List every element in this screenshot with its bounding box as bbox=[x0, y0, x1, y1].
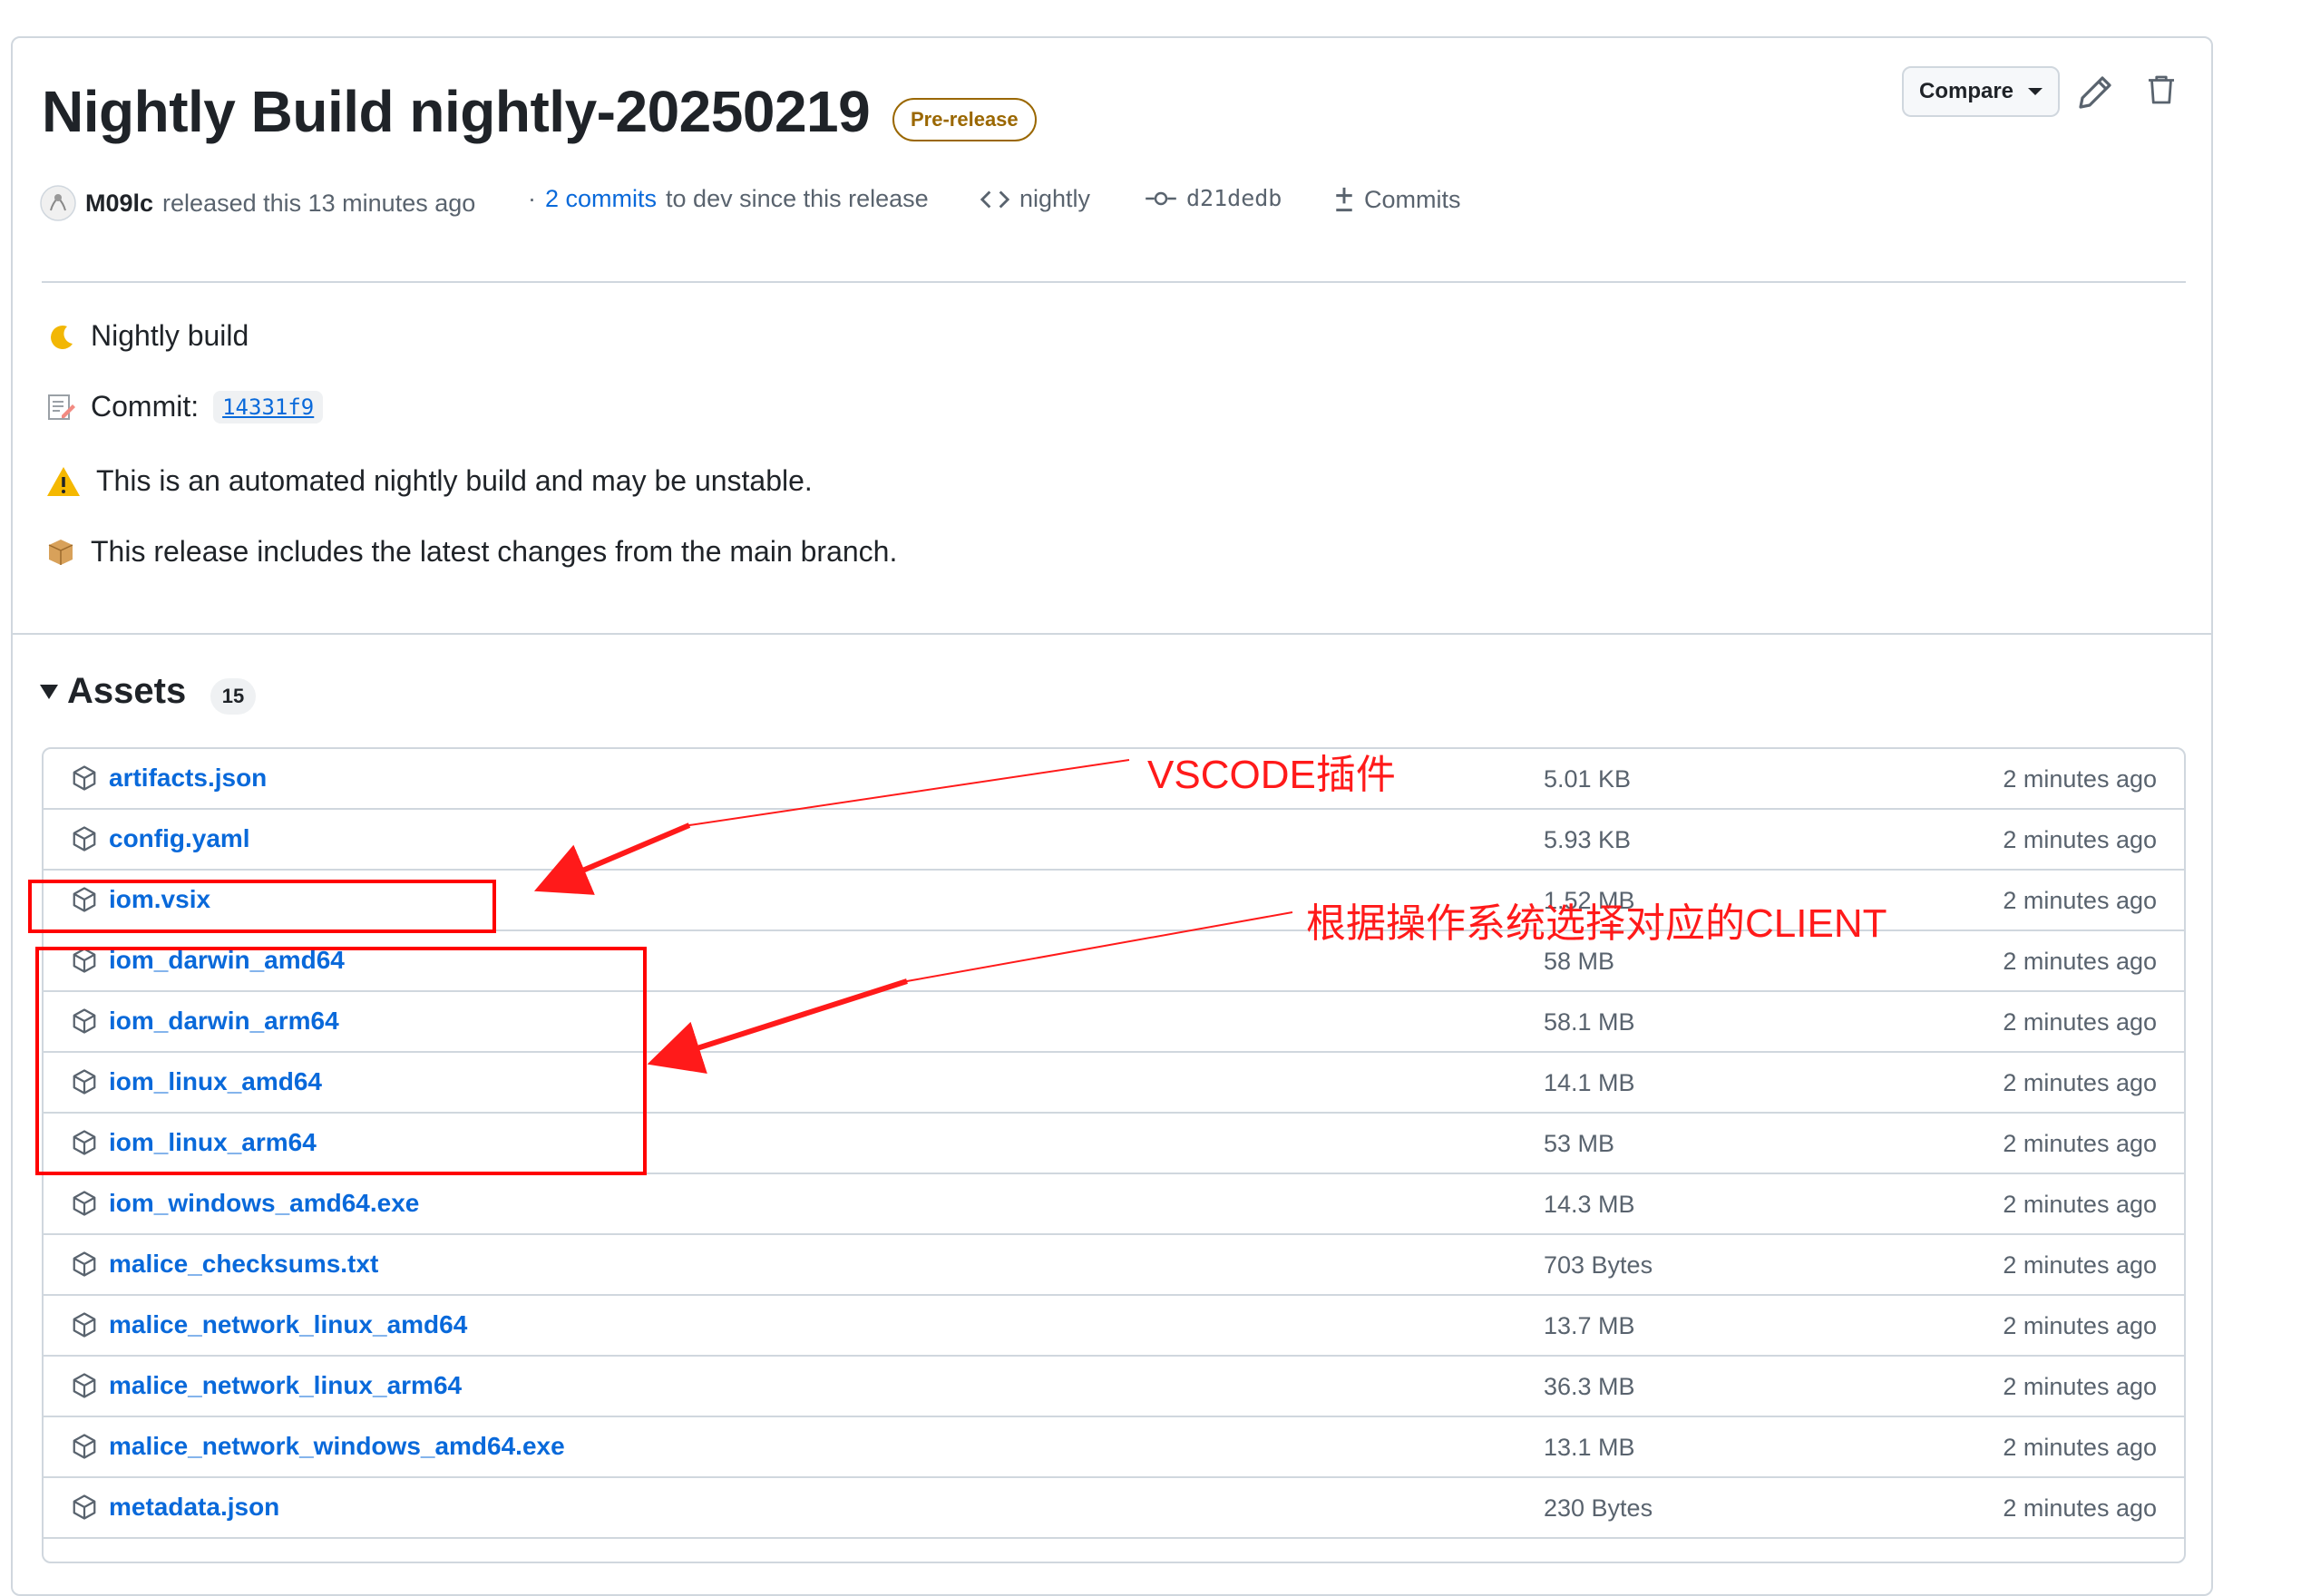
assets-count: 15 bbox=[210, 678, 256, 715]
asset-time: 2 minutes ago bbox=[2003, 887, 2157, 914]
asset-time: 2 minutes ago bbox=[2003, 1130, 2157, 1157]
asset-name-link[interactable]: malice_network_linux_amd64 bbox=[109, 1310, 467, 1339]
crescent-moon-icon bbox=[51, 325, 73, 349]
asset-row: malice_network_linux_amd64 13.7 MB 2 minut… bbox=[44, 1296, 2184, 1357]
package-icon bbox=[73, 1434, 96, 1459]
asset-size: 58.1 MB bbox=[1544, 1008, 1635, 1036]
asset-time: 2 minutes ago bbox=[2003, 1008, 2157, 1036]
code-icon bbox=[980, 190, 1010, 209]
package-icon bbox=[73, 1494, 96, 1520]
package-icon bbox=[73, 1312, 96, 1338]
warning-icon bbox=[47, 466, 80, 496]
dot-separator: · bbox=[528, 185, 536, 212]
asset-time: 2 minutes ago bbox=[2003, 1251, 2157, 1279]
note-line-3: This is an automated nightly build and m… bbox=[96, 464, 813, 497]
package-icon bbox=[73, 826, 96, 852]
commits-label: Commits bbox=[1364, 185, 1461, 213]
release-meta: M09lc released this 13 minutes ago bbox=[40, 185, 475, 221]
commits-since: · 2 commits to dev since this release bbox=[528, 185, 929, 213]
package-icon bbox=[73, 1191, 96, 1216]
asset-row: malice_checksums.txt 703 Bytes 2 minutes a… bbox=[44, 1235, 2184, 1296]
asset-size: 14.3 MB bbox=[1544, 1191, 1635, 1218]
compare-icon bbox=[1336, 187, 1352, 212]
asset-row: malice_network_linux_arm64 36.3 MB 2 minut… bbox=[44, 1357, 2184, 1417]
asset-row: malice_network_windows_amd64.exe 13.1 MB 2… bbox=[44, 1417, 2184, 1478]
commits-link[interactable]: 2 commits bbox=[545, 185, 657, 213]
asset-size: 14.1 MB bbox=[1544, 1069, 1635, 1096]
annotation-box-clients bbox=[35, 947, 647, 1175]
asset-time: 2 minutes ago bbox=[2003, 826, 2157, 853]
note-line-4: This release includes the latest changes… bbox=[91, 535, 898, 568]
assets-toggle[interactable]: Assets bbox=[40, 671, 186, 712]
note-warning: This is an automated nightly build and m… bbox=[45, 464, 813, 498]
asset-size: 53 MB bbox=[1544, 1130, 1615, 1157]
commits-compare-link[interactable]: Commits bbox=[1333, 185, 1461, 214]
annotation-client: 根据操作系统选择对应的CLIENT bbox=[1306, 901, 1887, 946]
asset-time: 2 minutes ago bbox=[2003, 765, 2157, 793]
asset-size: 13.1 MB bbox=[1544, 1434, 1635, 1461]
note-line-1: Nightly build bbox=[91, 319, 249, 352]
asset-time: 2 minutes ago bbox=[2003, 1434, 2157, 1461]
asset-time: 2 minutes ago bbox=[2003, 948, 2157, 975]
asset-size: 5.01 KB bbox=[1544, 765, 1632, 793]
asset-row: config.yaml 5.93 KB 2 minutes ago bbox=[44, 810, 2184, 871]
asset-row: artifacts.json 5.01 KB 2 minutes ago bbox=[44, 749, 2184, 810]
note-package: This release includes the latest changes… bbox=[45, 535, 897, 569]
asset-time: 2 minutes ago bbox=[2003, 1069, 2157, 1096]
annotation-box-vsix bbox=[28, 880, 496, 933]
asset-size: 230 Bytes bbox=[1544, 1494, 1653, 1522]
asset-time: 2 minutes ago bbox=[2003, 1494, 2157, 1522]
commit-sha: d21dedb bbox=[1186, 185, 1282, 211]
tag-name: nightly bbox=[1019, 185, 1091, 212]
triangle-down-icon bbox=[40, 684, 58, 699]
asset-name-link[interactable]: artifacts.json bbox=[109, 764, 267, 793]
edit-icon bbox=[2079, 76, 2111, 109]
released-text: released this 13 minutes ago bbox=[162, 189, 476, 217]
divider bbox=[42, 281, 2186, 283]
delete-button[interactable] bbox=[2142, 71, 2186, 114]
compare-button[interactable]: Compare bbox=[1902, 66, 2060, 117]
avatar[interactable] bbox=[40, 185, 76, 221]
author-link[interactable]: M09lc bbox=[85, 190, 153, 218]
asset-size: 13.7 MB bbox=[1544, 1312, 1635, 1339]
section-separator bbox=[11, 633, 2213, 635]
asset-name-link[interactable]: malice_checksums.txt bbox=[109, 1250, 378, 1279]
asset-name-link[interactable]: metadata.json bbox=[109, 1493, 279, 1522]
asset-size: 5.93 KB bbox=[1544, 826, 1632, 853]
commit-icon bbox=[1146, 191, 1176, 205]
package-icon bbox=[73, 1373, 96, 1398]
compare-label: Compare bbox=[1918, 79, 2014, 103]
memo-icon bbox=[48, 394, 75, 420]
asset-time: 2 minutes ago bbox=[2003, 1191, 2157, 1218]
package-icon bbox=[48, 539, 73, 565]
asset-name-link[interactable]: iom_windows_amd64.exe bbox=[109, 1189, 419, 1218]
asset-row: iom_windows_amd64.exe 14.3 MB 2 minutes ag… bbox=[44, 1174, 2184, 1235]
asset-size: 58 MB bbox=[1544, 948, 1615, 975]
asset-time: 2 minutes ago bbox=[2003, 1312, 2157, 1339]
commits-suffix: to dev since this release bbox=[666, 185, 929, 212]
asset-name-link[interactable]: malice_network_windows_amd64.exe bbox=[109, 1432, 565, 1461]
pre-release-badge: Pre-release bbox=[892, 98, 1037, 141]
asset-size: 36.3 MB bbox=[1544, 1373, 1635, 1400]
commit-code-link[interactable]: 14331f9 bbox=[213, 390, 324, 423]
asset-row: metadata.json 230 Bytes 2 minutes ago bbox=[44, 1478, 2184, 1539]
asset-name-link[interactable]: malice_network_linux_arm64 bbox=[109, 1371, 462, 1400]
asset-name-link[interactable]: config.yaml bbox=[109, 824, 250, 853]
asset-size: 703 Bytes bbox=[1544, 1251, 1653, 1279]
trash-icon bbox=[2149, 75, 2174, 104]
asset-time: 2 minutes ago bbox=[2003, 1373, 2157, 1400]
note-line-2-prefix: Commit: bbox=[91, 390, 200, 423]
commit-sha-link[interactable]: d21dedb bbox=[1145, 185, 1282, 211]
tag-link[interactable]: nightly bbox=[980, 185, 1090, 213]
edit-button[interactable] bbox=[2073, 71, 2117, 114]
assets-heading: Assets bbox=[67, 671, 187, 711]
chevron-down-icon bbox=[2028, 88, 2043, 95]
package-icon bbox=[73, 765, 96, 791]
note-commit: Commit: 14331f9 bbox=[45, 390, 324, 423]
release-title: Nightly Build nightly-20250219 bbox=[42, 79, 871, 144]
note-nightly: Nightly build bbox=[45, 319, 249, 353]
annotation-vscode: VSCODE插件 bbox=[1147, 753, 1396, 797]
package-icon bbox=[73, 1251, 96, 1277]
